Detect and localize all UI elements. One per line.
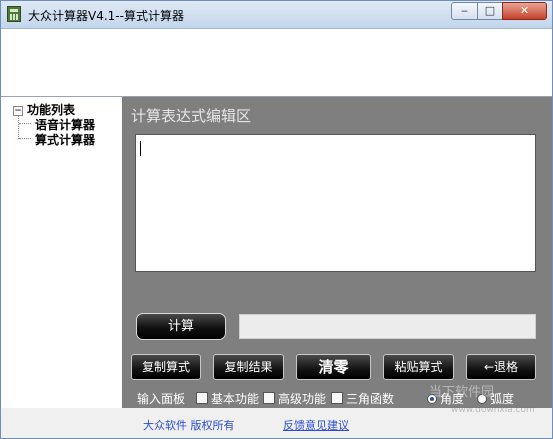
copy-expression-button[interactable]: 复制算式 [131, 354, 201, 380]
checkbox-icon [263, 392, 275, 404]
tree-root-label: 功能列表 [27, 103, 76, 117]
calculator-app-icon [7, 6, 21, 22]
basic-functions-label: 基本功能 [211, 392, 260, 406]
feedback-link[interactable]: 反馈意见建议 [283, 417, 349, 433]
function-tree: − 功能列表 语音计算器 算式计算器 [1, 97, 123, 408]
text-caret [140, 141, 141, 156]
clear-button[interactable]: 清零 [296, 354, 371, 380]
copyright-text: 大众软件 版权所有 [143, 419, 235, 432]
app-window: 大众计算器V4.1--算式计算器 ‒ □ ✕ − 功能列表 语音计算器 算式计算器… [0, 0, 553, 439]
minimize-button[interactable]: ‒ [451, 2, 478, 20]
tree-connector [19, 123, 31, 124]
close-button[interactable]: ✕ [502, 2, 547, 20]
expression-editor[interactable] [135, 134, 536, 272]
tree-item-expression-calculator[interactable]: 算式计算器 [35, 131, 95, 148]
calculate-button[interactable]: 计算 [136, 313, 226, 340]
window-title: 大众计算器V4.1--算式计算器 [28, 9, 184, 23]
watermark-url: www.downxia.com [451, 405, 535, 415]
checkbox-icon [196, 392, 208, 404]
editor-title: 计算表达式编辑区 [131, 107, 252, 125]
title-bar[interactable]: 大众计算器V4.1--算式计算器 ‒ □ ✕ [1, 1, 552, 29]
checkbox-icon [331, 392, 343, 404]
tree-connector [19, 138, 31, 139]
trig-functions-label: 三角函数 [346, 392, 395, 406]
trig-functions-checkbox[interactable]: 三角函数 [331, 390, 394, 407]
paste-expression-button[interactable]: 粘贴算式 [383, 354, 454, 380]
watermark-text: 当下软件园 [429, 385, 495, 400]
advanced-functions-checkbox[interactable]: 高级功能 [263, 390, 326, 407]
calculator-panel: 计算表达式编辑区 计算 复制算式 复制结果 清零 粘贴算式 ←退格 输入面板 基… [123, 97, 552, 408]
top-display-area [1, 29, 552, 97]
copy-result-button[interactable]: 复制结果 [213, 354, 284, 380]
maximize-button[interactable]: □ [477, 2, 503, 20]
result-field[interactable] [239, 314, 536, 339]
basic-functions-checkbox[interactable]: 基本功能 [196, 390, 259, 407]
backspace-button[interactable]: ←退格 [466, 354, 536, 380]
advanced-functions-label: 高级功能 [278, 392, 327, 406]
tree-connector [18, 115, 19, 139]
input-panel-label: 输入面板 [137, 392, 186, 406]
